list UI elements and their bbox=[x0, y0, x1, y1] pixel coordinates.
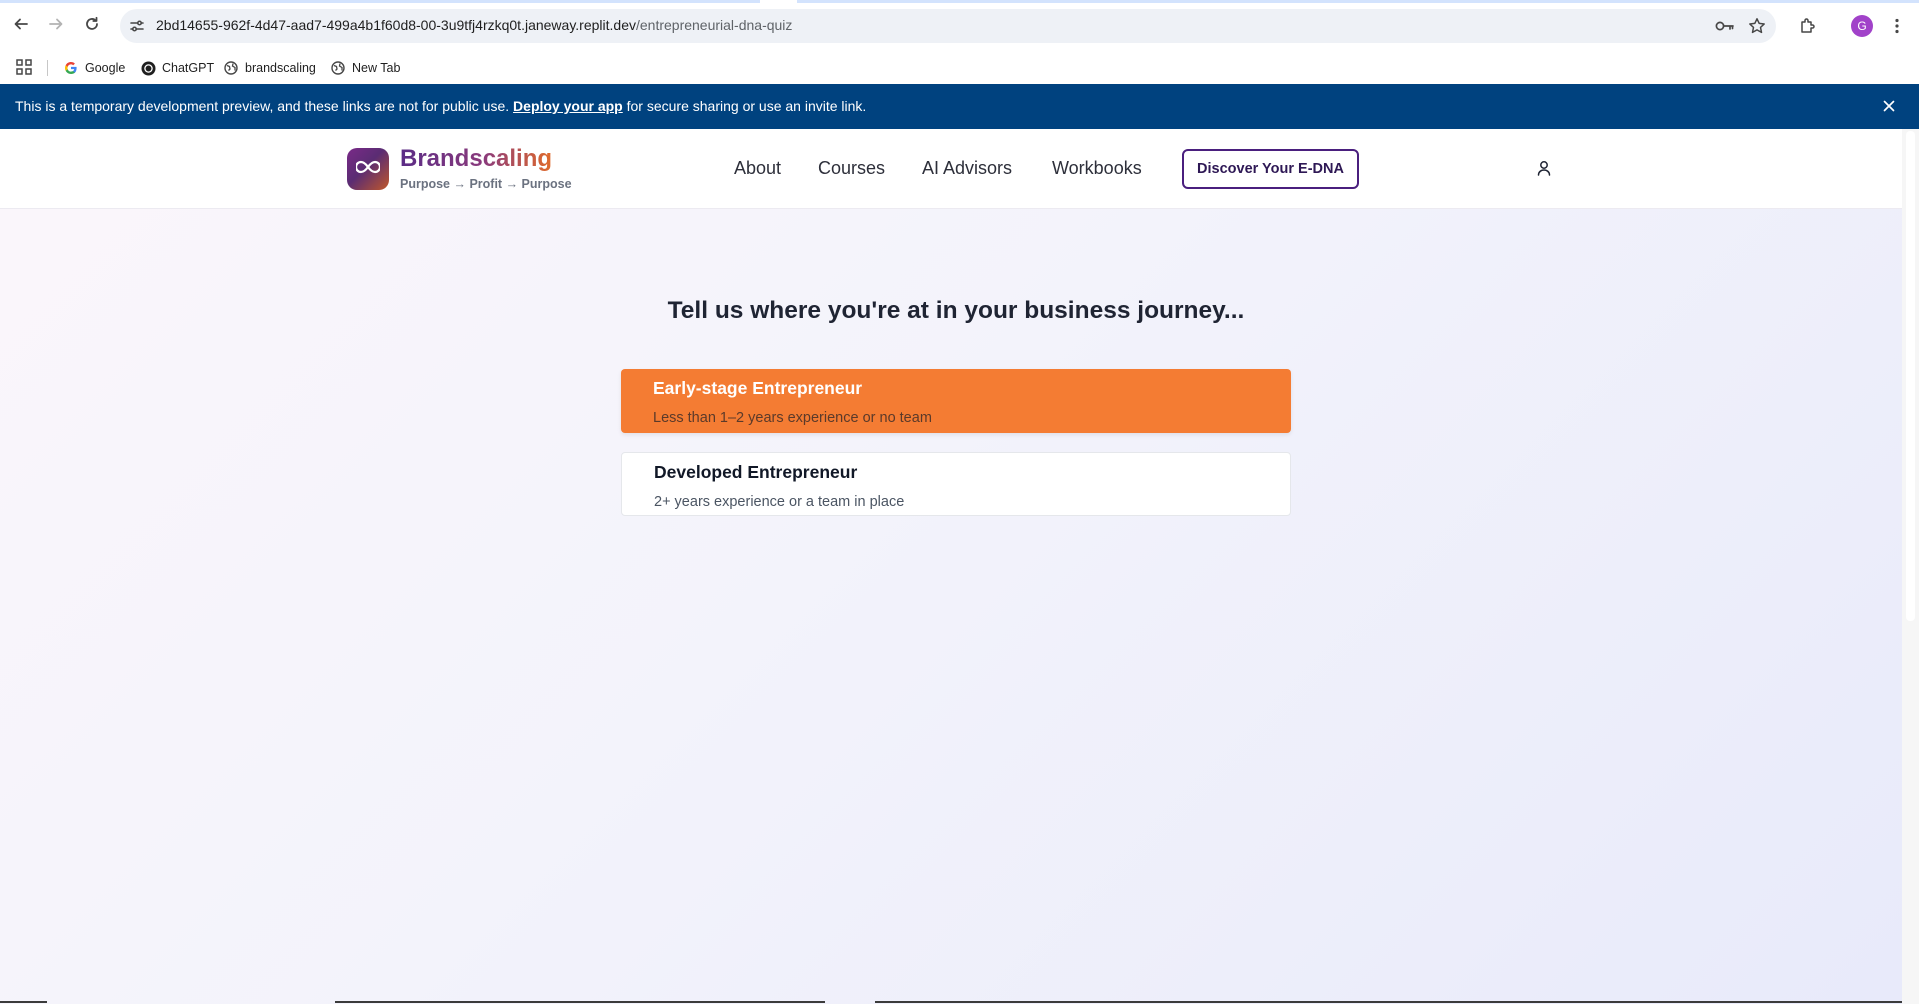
banner-text-before: This is a temporary development preview,… bbox=[15, 98, 514, 114]
browser-menu-icon[interactable] bbox=[1886, 14, 1908, 38]
banner-text-after: for secure sharing or use an invite link… bbox=[622, 98, 867, 114]
arrow-right-icon bbox=[48, 16, 64, 37]
option-title: Developed Entrepreneur bbox=[654, 462, 858, 482]
apps-grid-icon[interactable] bbox=[15, 58, 33, 76]
nav-about[interactable]: About bbox=[734, 158, 781, 179]
google-icon bbox=[63, 60, 79, 76]
option-early-stage[interactable]: Early-stage Entrepreneur Less than 1–2 y… bbox=[621, 369, 1291, 433]
option-subtitle: 2+ years experience or a team in place bbox=[654, 494, 905, 510]
bookmark-label: Google bbox=[85, 61, 126, 75]
forward-button[interactable] bbox=[43, 13, 69, 39]
close-icon[interactable] bbox=[1880, 97, 1898, 115]
bookmark-chatgpt[interactable]: ChatGPT bbox=[140, 57, 214, 79]
scrollbar-thumb[interactable] bbox=[1906, 131, 1915, 621]
url-path: /entrepreneurial-dna-quiz bbox=[635, 17, 793, 33]
url-text[interactable]: 2bd14655-962f-4d47-aad7-499a4b1f60d8-00-… bbox=[156, 17, 792, 33]
globe-icon bbox=[330, 60, 346, 76]
back-button[interactable] bbox=[8, 13, 34, 39]
profile-avatar[interactable]: G bbox=[1851, 15, 1873, 37]
extensions-puzzle-icon[interactable] bbox=[1796, 14, 1820, 38]
globe-icon bbox=[223, 60, 239, 76]
arrow-left-icon bbox=[13, 16, 29, 37]
discover-edna-button[interactable]: Discover Your E-DNA bbox=[1182, 149, 1359, 189]
nav-courses[interactable]: Courses bbox=[818, 158, 885, 179]
tab-strip-edge bbox=[0, 0, 1919, 3]
infinity-icon bbox=[354, 160, 382, 179]
option-title: Early-stage Entrepreneur bbox=[653, 378, 863, 398]
nav-workbooks[interactable]: Workbooks bbox=[1052, 158, 1142, 179]
option-subtitle: Less than 1–2 years experience or no tea… bbox=[653, 410, 932, 426]
bookmark-label: New Tab bbox=[352, 61, 401, 75]
bookmarks-divider bbox=[47, 60, 48, 76]
brand-name[interactable]: Brandscaling bbox=[400, 145, 552, 173]
bookmark-star-icon[interactable] bbox=[1745, 14, 1769, 38]
brand-logo[interactable] bbox=[347, 148, 389, 190]
browser-toolbar: 2bd14655-962f-4d47-aad7-499a4b1f60d8-00-… bbox=[0, 0, 1919, 51]
brand-tagline: Purpose → Profit → Purpose bbox=[400, 177, 572, 191]
bookmark-brandscaling[interactable]: brandscaling bbox=[223, 57, 316, 79]
bookmark-google[interactable]: Google bbox=[63, 57, 125, 79]
site-info-icon[interactable] bbox=[128, 17, 146, 35]
reload-icon bbox=[84, 16, 100, 37]
quiz-question: Tell us where you're at in your business… bbox=[667, 297, 1245, 324]
banner-message: This is a temporary development preview,… bbox=[15, 98, 866, 114]
option-developed[interactable]: Developed Entrepreneur 2+ years experien… bbox=[621, 452, 1291, 516]
bookmark-label: brandscaling bbox=[245, 61, 316, 75]
password-key-icon[interactable] bbox=[1713, 14, 1737, 38]
site-header: Brandscaling Purpose → Profit → Purpose … bbox=[0, 129, 1902, 209]
user-icon[interactable] bbox=[1535, 159, 1553, 177]
bookmark-label: ChatGPT bbox=[162, 61, 215, 75]
chatgpt-icon bbox=[140, 60, 156, 76]
nav-ai-advisors[interactable]: AI Advisors bbox=[922, 158, 1012, 179]
url-host: 2bd14655-962f-4d47-aad7-499a4b1f60d8-00-… bbox=[156, 17, 636, 33]
dev-preview-banner: This is a temporary development preview,… bbox=[0, 84, 1919, 129]
deploy-app-link[interactable]: Deploy your app bbox=[513, 98, 623, 114]
bookmark-new-tab[interactable]: New Tab bbox=[330, 57, 400, 79]
page-content: Brandscaling Purpose → Profit → Purpose … bbox=[0, 129, 1902, 1004]
reload-button[interactable] bbox=[79, 13, 105, 39]
bookmarks-bar: Google ChatGPT brandscaling New Tab bbox=[0, 51, 1919, 84]
